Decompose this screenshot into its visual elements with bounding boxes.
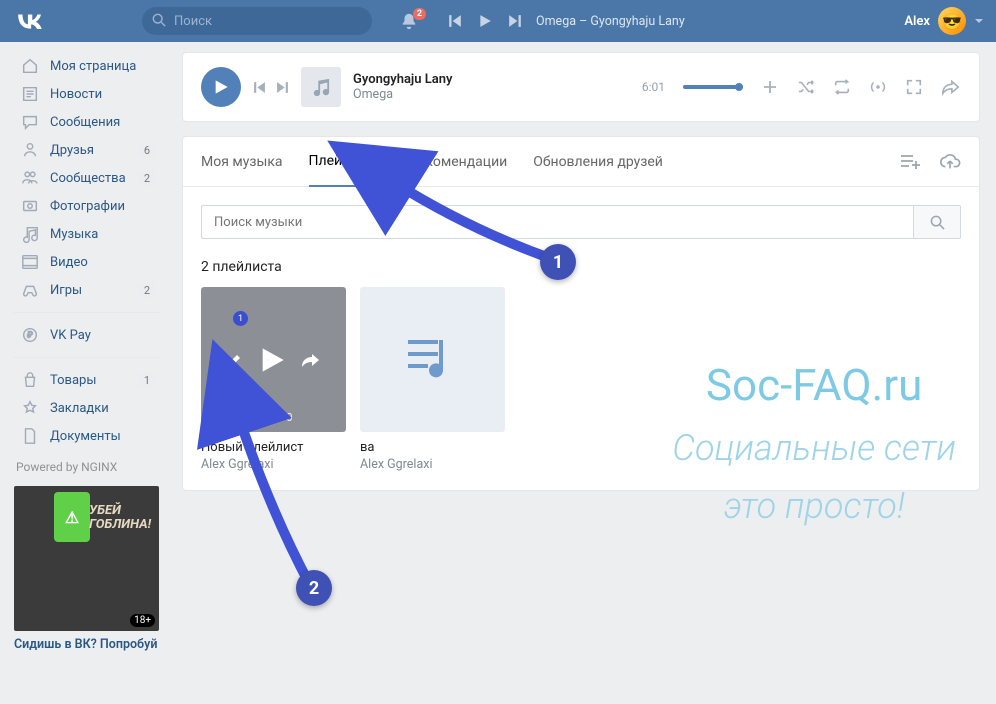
search-icon [152, 13, 166, 27]
goods-icon [20, 371, 40, 389]
groups-icon [20, 169, 40, 187]
playlist-item[interactable]: 1 ≡ 4 ♫ 0 Новый плейлист Alex Ggrelaxi [201, 287, 346, 472]
track-cover [301, 67, 341, 107]
ad-image: ⚠ УБЕЙГОБЛИНА! 18+ [14, 486, 159, 631]
player-card: Gyongyhaju Lany Omega 6:01 [182, 52, 980, 122]
nav-photos[interactable]: Фотографии [14, 192, 170, 220]
playlist-stats: ≡ 4 ♫ 0 [201, 411, 346, 424]
upload-icon[interactable] [939, 153, 961, 171]
playlist-count: 2 плейлиста [201, 259, 961, 275]
nav-badge: 6 [138, 143, 156, 158]
tab-my-music[interactable]: Моя музыка [201, 138, 283, 186]
msg-icon [20, 113, 40, 131]
playlist-cover[interactable] [360, 287, 505, 432]
play-icon[interactable] [478, 14, 492, 28]
shuffle-icon[interactable] [797, 78, 815, 96]
nav-msg[interactable]: Сообщения [14, 108, 170, 136]
photos-icon [20, 197, 40, 215]
nav-badge: 2 [138, 283, 156, 298]
playlist-artist: Alex Ggrelaxi [201, 457, 346, 472]
docs-icon [20, 427, 40, 445]
nav-friends[interactable]: Друзья6 [14, 136, 170, 164]
track-time: 6:01 [642, 80, 665, 94]
broadcast-icon[interactable] [869, 78, 887, 96]
edit-icon[interactable] [226, 351, 244, 369]
next-icon[interactable] [276, 81, 289, 94]
playlist-cover[interactable]: 1 ≡ 4 ♫ 0 [201, 287, 346, 432]
playlist-title: ва [360, 440, 505, 455]
playlist-title: Новый плейлист [201, 440, 346, 455]
avatar: 😎 [938, 7, 966, 35]
notif-badge: 2 [413, 8, 426, 20]
ad-age-badge: 18+ [130, 614, 155, 627]
annotation-1: 1 [540, 244, 576, 280]
header-track-label[interactable]: Omega – Gyongyhaju Lany [536, 14, 685, 29]
annotation-2: 2 [296, 570, 332, 606]
nav-docs[interactable]: Документы [14, 422, 170, 450]
sidebar: Моя страницаНовостиСообщенияДрузья6Сообщ… [0, 42, 170, 652]
share-icon[interactable] [300, 351, 322, 369]
main-content: Gyongyhaju Lany Omega 6:01 Моя музыка [170, 42, 996, 652]
playlist-badge: 1 [233, 311, 248, 326]
playlist-item[interactable]: ва Alex Ggrelaxi [360, 287, 505, 472]
prev-icon[interactable] [448, 14, 462, 28]
header-player-controls [448, 14, 522, 28]
prev-icon[interactable] [253, 81, 266, 94]
user-block[interactable]: Alex 😎 [904, 7, 984, 35]
nav-pay[interactable]: ₽VK Pay [14, 321, 170, 349]
nav-music[interactable]: Музыка [14, 220, 170, 248]
nav-home[interactable]: Моя страница [14, 52, 170, 80]
add-playlist-icon[interactable] [899, 153, 921, 171]
play-button[interactable] [201, 67, 241, 107]
ad-block[interactable]: ⚠ УБЕЙГОБЛИНА! 18+ Сидишь в ВК? Попробуй [14, 486, 159, 652]
home-icon [20, 57, 40, 75]
track-title: Gyongyhaju Lany [353, 72, 452, 87]
nav-badge: 2 [138, 171, 156, 186]
music-card: Моя музыка Плейлисты Рекомендации Обновл… [182, 136, 980, 491]
tab-recommendations[interactable]: Рекомендации [409, 138, 507, 186]
music-search-button[interactable] [913, 205, 961, 239]
share-icon[interactable] [941, 78, 961, 96]
nav-bookmark[interactable]: Закладки [14, 394, 170, 422]
friends-icon [20, 141, 40, 159]
topbar: 2 Omega – Gyongyhaju Lany Alex 😎 [0, 0, 996, 42]
tabs: Моя музыка Плейлисты Рекомендации Обновл… [183, 137, 979, 187]
nav-games[interactable]: Игры2 [14, 276, 170, 304]
repeat-icon[interactable] [833, 78, 851, 96]
svg-text:₽: ₽ [27, 330, 33, 340]
nav-goods[interactable]: Товары1 [14, 366, 170, 394]
nav-badge: 1 [138, 373, 156, 388]
games-icon [20, 281, 40, 299]
music-search-input[interactable] [201, 205, 913, 239]
next-icon[interactable] [508, 14, 522, 28]
playlist-artist: Alex Ggrelaxi [360, 457, 505, 472]
progress-bar[interactable] [683, 85, 743, 89]
search-input[interactable] [142, 7, 372, 35]
tab-playlists[interactable]: Плейлисты [309, 137, 384, 187]
user-name: Alex [904, 14, 930, 29]
news-icon [20, 85, 40, 103]
track-artist: Omega [353, 87, 452, 102]
chevron-down-icon [974, 18, 984, 25]
play-icon[interactable] [258, 346, 286, 374]
add-icon[interactable] [761, 78, 779, 96]
nav-video[interactable]: Видео [14, 248, 170, 276]
powered-text: Powered by NGINX [16, 460, 170, 474]
notifications-icon[interactable]: 2 [400, 12, 418, 30]
vk-logo[interactable] [16, 13, 42, 29]
search-wrap [142, 7, 372, 35]
nav-news[interactable]: Новости [14, 80, 170, 108]
bookmark-icon [20, 399, 40, 417]
tab-friends-updates[interactable]: Обновления друзей [533, 138, 663, 186]
expand-icon[interactable] [905, 78, 923, 96]
video-icon [20, 253, 40, 271]
music-icon [20, 225, 40, 243]
nav-groups[interactable]: Сообщества2 [14, 164, 170, 192]
ad-caption: Сидишь в ВК? Попробуй [14, 637, 159, 652]
pay-icon: ₽ [20, 326, 40, 344]
